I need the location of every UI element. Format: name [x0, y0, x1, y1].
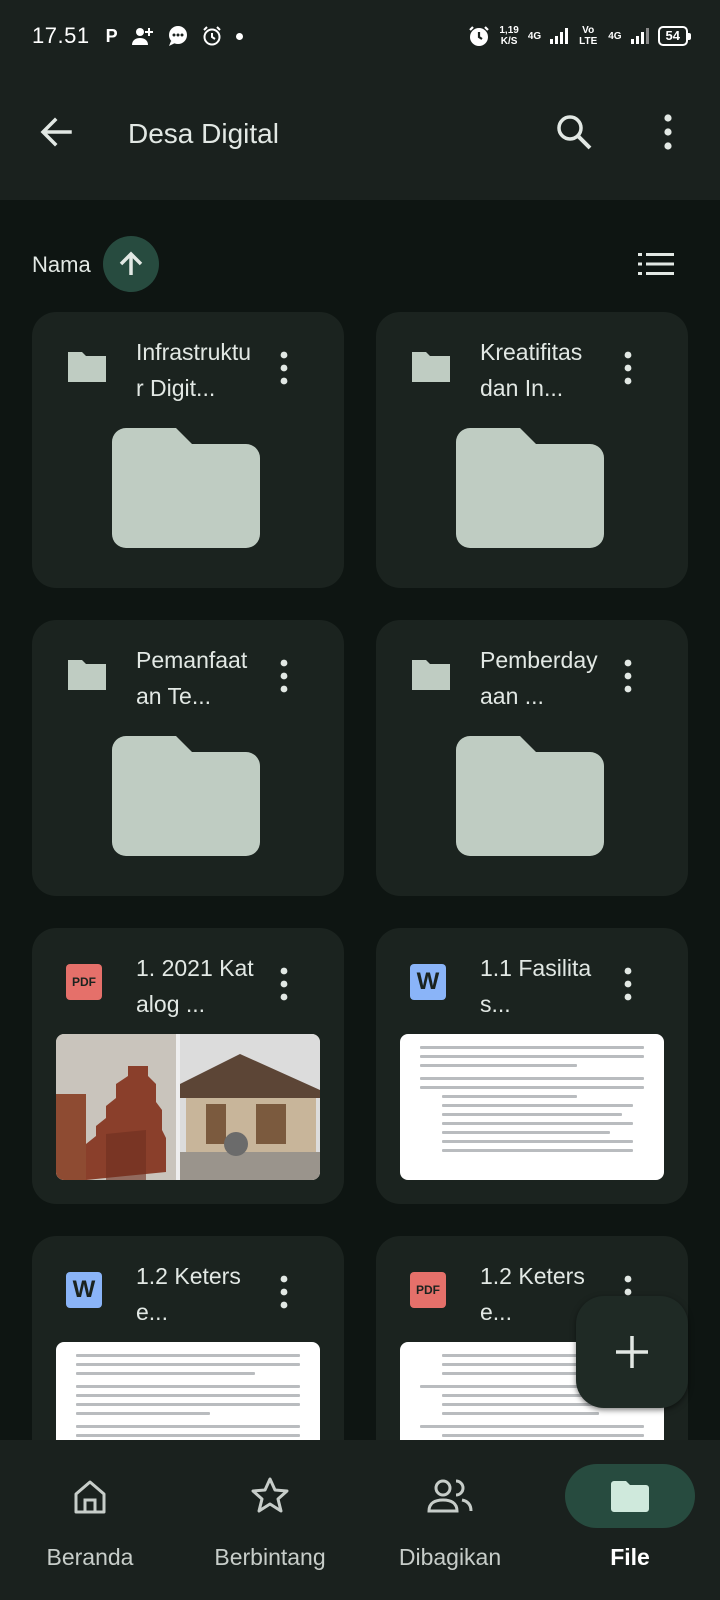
star-icon: [251, 1477, 289, 1513]
item-name: Pemberdayaan ...: [480, 647, 598, 709]
network-speed: 1,19 K/S: [499, 25, 518, 47]
item-more-button[interactable]: [616, 966, 640, 1002]
item-name: 1.2 Keterse...: [136, 1263, 241, 1325]
folder-icon: [410, 656, 452, 692]
nav-label: Dibagikan: [398, 1544, 502, 1570]
file-card[interactable]: W 1.1 Fasilitas...: [376, 928, 688, 1204]
item-more-button[interactable]: [616, 350, 640, 386]
network-type-2: 4G: [608, 30, 622, 42]
more-notifications-dot: [235, 32, 243, 40]
word-badge: W: [410, 964, 446, 1000]
folder-icon: [410, 348, 452, 384]
item-more-button[interactable]: [272, 350, 296, 386]
plus-icon: [616, 1336, 648, 1368]
word-badge: W: [66, 1272, 102, 1308]
more-vert-icon: [624, 659, 632, 693]
more-vert-icon: [664, 114, 672, 150]
folder-preview-icon: [112, 736, 260, 856]
item-more-button[interactable]: [272, 658, 296, 694]
nav-icon-container: [565, 1464, 695, 1528]
pdf-icon: PDF: [410, 1272, 452, 1308]
nav-item-dibagikan[interactable]: Dibagikan: [360, 1440, 540, 1600]
photo-thumbnail: [56, 1034, 320, 1180]
document-thumbnail: [400, 1034, 664, 1180]
pdf-icon: PDF: [66, 964, 108, 1000]
nav-item-beranda[interactable]: Beranda: [0, 1440, 180, 1600]
more-options-button[interactable]: [656, 112, 680, 152]
more-vert-icon: [624, 967, 632, 1001]
more-vert-icon: [280, 1275, 288, 1309]
folder-icon: [611, 1481, 649, 1512]
volte-label: Vo LTE: [579, 25, 598, 47]
nav-icon-container: [385, 1464, 515, 1528]
speed-value: 1,19: [499, 25, 519, 36]
folder-icon: [66, 348, 108, 384]
sort-label[interactable]: Nama: [32, 252, 91, 278]
nav-label: File: [610, 1544, 650, 1570]
folder-card[interactable]: Pemberdayaan ...: [376, 620, 688, 896]
add-person-notification-icon: [131, 28, 153, 45]
folder-preview-icon: [456, 736, 604, 856]
battery-level: 54: [657, 26, 692, 46]
item-name: Kreatifitas dan In...: [480, 339, 583, 401]
nav-item-file[interactable]: File: [540, 1440, 720, 1600]
status-bar: 17.51 P 1,19 K/S 4G Vo LTE 4G 54: [0, 0, 720, 72]
more-vert-icon: [280, 659, 288, 693]
top-app-bar: Desa Digital: [0, 72, 720, 200]
word-doc-icon: W: [66, 1272, 108, 1308]
folder-card[interactable]: Pemanfaatan Te...: [32, 620, 344, 896]
file-card[interactable]: W 1.2 Keterse...: [32, 1236, 344, 1440]
arrow-back-icon: [40, 117, 72, 147]
word-doc-icon: W: [410, 964, 452, 1000]
sort-bar: Nama: [0, 236, 720, 292]
signal-bars-2-icon: [630, 28, 649, 44]
back-button[interactable]: [36, 112, 76, 152]
alarm-notification-icon: [202, 26, 221, 46]
home-icon: [74, 1480, 106, 1514]
item-name: Infrastruktur Digit...: [136, 339, 252, 401]
message-notification-icon: [168, 26, 187, 46]
search-icon: [557, 115, 592, 150]
nav-item-berbintang[interactable]: Berbintang: [180, 1440, 360, 1600]
speed-unit: K/S: [500, 36, 518, 47]
bottom-navigation: Beranda Berbintang Dibagikan File: [0, 1440, 720, 1600]
pdf-badge: PDF: [66, 964, 102, 1000]
item-name: 1.1 Fasilitas...: [480, 955, 592, 1017]
people-icon: [427, 1479, 473, 1513]
more-vert-icon: [280, 351, 288, 385]
folder-card[interactable]: Infrastruktur Digit...: [32, 312, 344, 588]
new-item-fab[interactable]: [576, 1296, 688, 1408]
alarm-icon: [469, 26, 490, 46]
list-view-icon: [638, 253, 674, 275]
nav-label: Beranda: [46, 1544, 134, 1570]
folder-card[interactable]: Kreatifitas dan In...: [376, 312, 688, 588]
more-vert-icon: [624, 351, 632, 385]
document-thumbnail: [56, 1342, 320, 1440]
signal-bars-1-icon: [550, 28, 569, 44]
file-grid: Infrastruktur Digit... Kreatifitas dan I…: [32, 312, 688, 1440]
folder-preview-icon: [112, 428, 260, 548]
clock: 17.51: [32, 23, 90, 48]
item-name: 1. 2021 Katalog ...: [136, 955, 254, 1017]
item-more-button[interactable]: [272, 966, 296, 1002]
network-type-1: 4G: [527, 30, 542, 42]
file-card[interactable]: PDF 1. 2021 Katalog ...: [32, 928, 344, 1204]
nav-icon-container: [205, 1464, 335, 1528]
sort-direction-button[interactable]: [103, 236, 159, 292]
folder-icon: [66, 656, 108, 692]
item-more-button[interactable]: [272, 1274, 296, 1310]
nav-icon-container: [25, 1464, 155, 1528]
arrow-up-icon: [119, 251, 143, 275]
nav-label: Berbintang: [214, 1544, 326, 1570]
more-vert-icon: [280, 967, 288, 1001]
list-view-button[interactable]: [638, 250, 674, 278]
page-title: Desa Digital: [128, 118, 279, 149]
parking-notification-icon: P: [105, 26, 118, 46]
pdf-badge: PDF: [410, 1272, 446, 1308]
item-name: Pemanfaatan Te...: [136, 647, 248, 709]
folder-preview-icon: [456, 428, 604, 548]
item-more-button[interactable]: [616, 658, 640, 694]
search-button[interactable]: [554, 112, 594, 152]
